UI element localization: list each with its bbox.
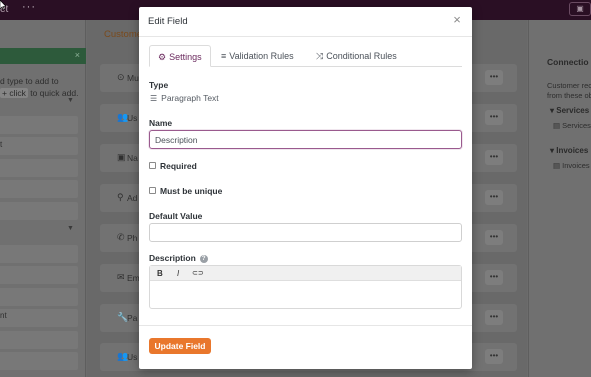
tab-label: Settings — [169, 52, 202, 62]
palette-item[interactable] — [0, 245, 78, 263]
click-kbd: + click — [0, 88, 28, 98]
help-icon[interactable]: ? — [199, 255, 208, 263]
field-icon: ▣ — [117, 152, 126, 162]
section-label: Services — [556, 106, 590, 115]
row-menu-button[interactable]: ••• — [485, 349, 503, 364]
name-label: Name — [149, 118, 173, 128]
row-menu-button[interactable]: ••• — [485, 150, 503, 165]
description-textarea[interactable] — [150, 282, 461, 308]
tab-validation-rules[interactable]: ≡ Validation Rules — [221, 45, 294, 67]
row-menu-button[interactable]: ••• — [485, 190, 503, 205]
name-input[interactable] — [149, 130, 462, 149]
italic-button[interactable]: I — [177, 268, 179, 279]
row-menu-button[interactable]: ••• — [485, 70, 503, 85]
required-checkbox[interactable] — [149, 162, 156, 169]
palette-item[interactable] — [0, 202, 78, 220]
unique-label: Must be unique — [160, 186, 223, 196]
field-tabs: ⚙ Settings ≡ Validation Rules ⤨ Conditional… — [149, 45, 462, 67]
palette-close-icon[interactable]: × — [75, 50, 80, 60]
tab-settings[interactable]: ⚙ Settings — [149, 45, 211, 67]
row-menu-button[interactable]: ••• — [485, 310, 503, 325]
default-value-input[interactable] — [149, 223, 462, 242]
row-menu-button[interactable]: ••• — [485, 270, 503, 285]
tab-label: Conditional Rules — [326, 51, 397, 61]
palette-item[interactable] — [0, 180, 78, 198]
chevron-down-icon[interactable]: ▼ — [67, 225, 74, 232]
topbar-right-button[interactable]: ▣ — [569, 2, 591, 16]
field-label: Na — [127, 153, 138, 163]
bold-button[interactable]: B — [157, 268, 163, 279]
tab-customer[interactable]: Custome — [104, 29, 142, 40]
field-palette-sidebar: × d type to add to + click to quick add.… — [0, 20, 86, 377]
field-label: Us — [127, 113, 138, 123]
palette-help-line1: d type to add to — [0, 76, 59, 86]
item-label: Invoices — [562, 161, 590, 170]
edit-field-dialog: Edit Field × ⚙ Settings ≡ Validation Rules… — [139, 7, 472, 369]
mouse-cursor-icon — [0, 0, 6, 10]
connections-desc-line2: from these ob — [547, 91, 591, 100]
unique-checkbox[interactable] — [149, 187, 156, 194]
palette-item[interactable] — [0, 266, 78, 284]
palette-item[interactable] — [0, 116, 78, 134]
type-label: Type — [149, 80, 169, 90]
section-label: Invoices — [556, 146, 589, 155]
field-icon: ⊙ — [117, 72, 125, 82]
type-value-text: Paragraph Text — [161, 93, 219, 103]
row-menu-button[interactable]: ••• — [485, 230, 503, 245]
field-label: Mu — [127, 73, 139, 83]
description-label-text: Description — [149, 253, 196, 263]
palette-item-fragment: nt — [0, 311, 7, 320]
palette-item[interactable] — [0, 352, 78, 370]
connection-item-invoices[interactable]: ▤ Invoices — [553, 161, 591, 174]
dialog-title: Edit Field — [148, 16, 188, 27]
connection-section-invoices[interactable]: ▾ Invoices — [550, 146, 588, 155]
gear-icon: ⚙ — [158, 52, 167, 62]
update-field-button[interactable]: Update Field — [149, 338, 211, 354]
connections-panel: Connectio Customer rec from these ob ▾ S… — [528, 20, 591, 377]
description-editor: B I ⊂⊃ — [149, 265, 462, 309]
field-icon: ✉ — [117, 272, 125, 282]
palette-item-fragment: t — [0, 140, 3, 149]
row-menu-button[interactable]: ••• — [485, 110, 503, 125]
connection-item-services[interactable]: ▤ Services — [553, 121, 591, 134]
item-label: Services — [562, 121, 591, 130]
field-label: Us — [127, 352, 138, 362]
field-label: Ad — [127, 193, 138, 203]
tab-conditional-rules[interactable]: ⤨ Conditional Rules — [316, 45, 397, 67]
field-label: Pa — [127, 313, 138, 323]
link-icon[interactable]: ⊂⊃ — [192, 268, 204, 279]
description-label: Description? — [149, 253, 208, 263]
field-label: Ph — [127, 233, 138, 243]
required-label: Required — [160, 161, 197, 171]
connection-section-services[interactable]: ▾ Services — [550, 106, 589, 115]
branch-icon: ⤨ — [316, 51, 324, 61]
default-value-label: Default Value — [149, 211, 203, 221]
field-label: Em — [127, 273, 140, 283]
connections-title: Connectio — [547, 57, 589, 67]
field-icon: ✆ — [117, 232, 125, 242]
field-icon: ⚲ — [117, 192, 124, 202]
more-menu-icon[interactable]: ··· — [22, 1, 36, 13]
palette-header: × — [0, 48, 86, 64]
connections-desc-line1: Customer rec — [547, 81, 591, 90]
palette-item[interactable] — [0, 137, 78, 155]
palette-item[interactable] — [0, 331, 78, 349]
palette-item[interactable] — [0, 309, 78, 327]
palette-item[interactable] — [0, 288, 78, 306]
close-icon[interactable]: × — [451, 13, 463, 26]
editor-toolbar: B I ⊂⊃ — [150, 266, 461, 281]
field-type-value: ☰ Paragraph Text — [150, 93, 219, 103]
paragraph-icon: ☰ — [150, 94, 158, 103]
list-check-icon: ≡ — [221, 51, 227, 61]
chevron-down-icon[interactable]: ▼ — [67, 97, 74, 104]
tab-label: Validation Rules — [229, 51, 294, 61]
palette-item[interactable] — [0, 159, 78, 177]
dialog-header: Edit Field × — [139, 7, 472, 37]
dialog-footer: Update Field — [139, 325, 472, 369]
